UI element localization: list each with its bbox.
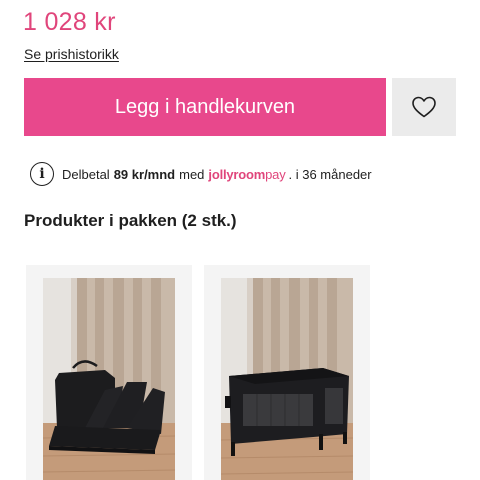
installment-prefix: Delbetal — [62, 166, 110, 182]
product-price: 1 028 kr — [23, 8, 116, 36]
add-to-cart-button[interactable]: Legg i handlekurven — [24, 78, 386, 136]
package-item-card[interactable] — [26, 265, 192, 480]
jollyroom-pay-logo: jollyroompay — [208, 166, 286, 182]
package-item-card[interactable] — [204, 265, 370, 480]
package-section-title: Produkter i pakken (2 stk.) — [24, 211, 237, 230]
installment-duration: . i 36 måneder — [288, 166, 372, 182]
installment-info: i Delbetal 89 kr/mnd med jollyroompay . … — [30, 160, 372, 188]
info-icon[interactable]: i — [30, 162, 54, 186]
travel-cot-photo — [221, 278, 353, 480]
heart-icon — [412, 96, 436, 118]
add-to-cart-label: Legg i handlekurven — [114, 95, 296, 118]
installment-med: med — [179, 166, 205, 182]
installment-amount: 89 kr/mnd — [113, 166, 176, 182]
folded-mattress-photo — [43, 278, 175, 480]
wishlist-button[interactable] — [392, 78, 456, 136]
price-history-link[interactable]: Se prishistorikk — [24, 46, 119, 62]
